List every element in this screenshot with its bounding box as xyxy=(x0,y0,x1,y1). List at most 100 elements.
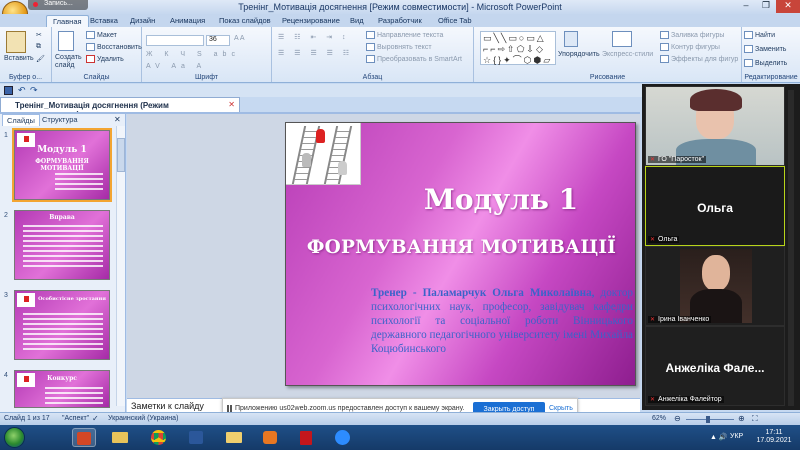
cut-icon[interactable]: ✂ xyxy=(36,31,42,39)
document-tab[interactable]: Тренінг_Мотивація досягнення (Режим совм… xyxy=(0,97,240,119)
align-text-button[interactable]: Выровнять текст xyxy=(366,43,432,51)
delete-label: Удалить xyxy=(97,55,124,63)
smartart-button[interactable]: Преобразовать в SmartArt xyxy=(366,55,462,63)
replace-button[interactable]: Заменить xyxy=(744,45,786,53)
participant-face xyxy=(702,255,730,291)
align-buttons[interactable]: ☰ ☰ ☰ ☰ ☷ xyxy=(278,49,353,57)
zoom-out-icon[interactable]: ⊖ xyxy=(674,414,681,423)
gray-figure-icon xyxy=(302,153,311,167)
quick-styles-icon xyxy=(612,31,632,47)
close-button[interactable]: ✕ xyxy=(776,0,800,13)
font-color-buttons[interactable]: AV Aa A xyxy=(146,63,206,70)
new-slide-icon xyxy=(58,31,74,51)
tab-view[interactable]: Вид xyxy=(344,15,370,27)
zoom-slider-thumb[interactable] xyxy=(706,416,710,423)
explorer-taskbar-icon[interactable] xyxy=(108,428,132,447)
new-slide-button[interactable]: Создать слайд xyxy=(55,54,83,70)
tray-icons[interactable]: ▲ 🔊 xyxy=(710,433,728,441)
fill-button[interactable]: Заливка фигуры xyxy=(660,31,724,39)
slide-thumb-4[interactable]: Конкурс xyxy=(14,370,110,408)
drawing-group-label: Рисование xyxy=(589,74,626,81)
tab-home[interactable]: Главная xyxy=(46,15,89,27)
maximize-button[interactable]: ❐ xyxy=(756,0,776,13)
language-label[interactable]: Украинский (Украина) xyxy=(108,415,178,422)
tab-animation[interactable]: Анимация xyxy=(164,15,211,27)
zoom-slider[interactable] xyxy=(686,419,734,420)
tab-slides[interactable]: Слайды xyxy=(2,114,40,126)
slide-thumb-1[interactable]: Модуль 1 ФОРМУВАННЯ МОТИВАЦІЇ xyxy=(12,128,112,202)
slide-title[interactable]: Модуль 1 xyxy=(366,183,635,216)
font-style-buttons[interactable]: Ж К Ч S abc xyxy=(146,51,240,58)
layout-button[interactable]: Макет xyxy=(86,31,117,39)
pdf-taskbar-icon[interactable] xyxy=(294,428,318,447)
participant-tile[interactable]: ГО "Паросток" xyxy=(645,86,785,166)
zoom-in-icon[interactable]: ⊕ xyxy=(738,414,745,423)
undo-icon[interactable]: ↶ xyxy=(18,85,26,96)
paste-button[interactable]: Вставить xyxy=(4,55,34,62)
fit-window-icon[interactable]: ⛶ xyxy=(752,414,758,424)
text-direction-icon xyxy=(366,31,375,39)
slide-thumb-2[interactable]: Вправа xyxy=(14,210,110,280)
zoom-level[interactable]: 62% xyxy=(652,415,666,422)
minimize-button[interactable]: – xyxy=(736,0,756,13)
start-button[interactable] xyxy=(4,427,25,448)
panel-close-icon[interactable]: ✕ xyxy=(114,115,121,124)
participant-tile[interactable]: Анжеліка Фале... Анжеліка Фалейтор xyxy=(645,326,785,406)
spellcheck-icon[interactable]: ✓ xyxy=(92,414,99,423)
text-direction-button[interactable]: Направление текста xyxy=(366,31,443,39)
thumb-number: 3 xyxy=(4,292,8,299)
clock-time: 17:11 xyxy=(765,429,783,436)
current-slide[interactable]: Модуль 1 ФОРМУВАННЯ МОТИВАЦІЇ Тренер - П… xyxy=(285,122,636,386)
folder-taskbar-icon[interactable] xyxy=(222,428,246,447)
document-tab-close-icon[interactable]: ✕ xyxy=(228,100,235,109)
participant-tile[interactable]: Ірина Іванченко xyxy=(645,246,785,326)
tab-office-tab[interactable]: Office Tab xyxy=(432,15,478,27)
format-painter-icon[interactable]: 🖌 xyxy=(36,55,45,63)
list-buttons[interactable]: ☰ ☷ ⇤ ⇥ ↕ xyxy=(278,33,350,41)
font-name-field[interactable] xyxy=(146,35,204,46)
editing-group-label: Редактирование xyxy=(744,74,798,81)
media-taskbar-icon[interactable] xyxy=(258,428,282,447)
ribbon: Вставить ✂ ⧉ 🖌 Буфер о... Создать слайд … xyxy=(0,27,800,83)
slide-thumb-3[interactable]: Особистісне зростання xyxy=(14,290,110,360)
tab-slideshow[interactable]: Показ слайдов xyxy=(213,15,277,27)
tab-review[interactable]: Рецензирование xyxy=(276,15,346,27)
notification-text: Приложению us02web.zoom.us предоставлен … xyxy=(235,405,465,412)
smartart-label: Преобразовать в SmartArt xyxy=(377,55,462,63)
chrome-taskbar-icon[interactable] xyxy=(146,428,170,447)
slide-subtitle[interactable]: ФОРМУВАННЯ МОТИВАЦІЇ xyxy=(286,237,635,258)
keyboard-language[interactable]: УКР xyxy=(730,433,743,440)
redo-icon[interactable]: ↷ xyxy=(30,85,38,96)
panel-scrollbar[interactable] xyxy=(116,126,125,406)
copy-icon[interactable]: ⧉ xyxy=(36,43,41,51)
tab-developer[interactable]: Разработчик xyxy=(372,15,428,27)
shapes-gallery[interactable]: ▭╲╲▭○▭△ ⌐⌐⇨⇧⬠⇩◇ ☆{}✦⌒⬡⬢▱ xyxy=(480,31,556,65)
powerpoint-taskbar-icon[interactable] xyxy=(72,428,96,447)
effects-button[interactable]: Эффекты для фигур xyxy=(660,55,738,63)
outline-button[interactable]: Контур фигуры xyxy=(660,43,720,51)
word-taskbar-icon[interactable] xyxy=(184,428,208,447)
paste-icon xyxy=(6,31,26,53)
participant-tile[interactable]: Ольга Ольга xyxy=(645,166,785,246)
hide-button[interactable]: Скрыть xyxy=(549,405,573,412)
delete-button[interactable]: Удалить xyxy=(86,55,124,63)
find-button[interactable]: Найти xyxy=(744,31,775,39)
arrange-button[interactable]: Упорядочить xyxy=(558,51,600,58)
save-icon[interactable] xyxy=(4,86,13,95)
panel-scroll-thumb[interactable] xyxy=(117,138,125,172)
taskbar-clock[interactable]: 17:11 17.09.2021 xyxy=(752,429,796,445)
quick-styles-button[interactable]: Экспресс-стили xyxy=(602,51,653,58)
tab-insert[interactable]: Вставка xyxy=(84,15,124,27)
layout-icon xyxy=(86,31,95,39)
grow-font-icon[interactable]: A A xyxy=(234,35,245,42)
slide-trainer-text[interactable]: Тренер - Паламарчук Ольга Миколаївна, до… xyxy=(371,286,633,356)
zoom-panel-scrollbar[interactable] xyxy=(788,90,794,406)
tab-outline[interactable]: Структура xyxy=(38,114,82,126)
fill-icon xyxy=(660,31,669,39)
zoom-taskbar-icon[interactable] xyxy=(330,428,354,447)
font-size-field[interactable]: 36 xyxy=(206,35,230,46)
tab-design[interactable]: Дизайн xyxy=(124,15,161,27)
reset-button[interactable]: Восстановить xyxy=(86,43,142,51)
select-button[interactable]: Выделить xyxy=(744,59,787,67)
thumb-text-lines xyxy=(23,313,103,353)
